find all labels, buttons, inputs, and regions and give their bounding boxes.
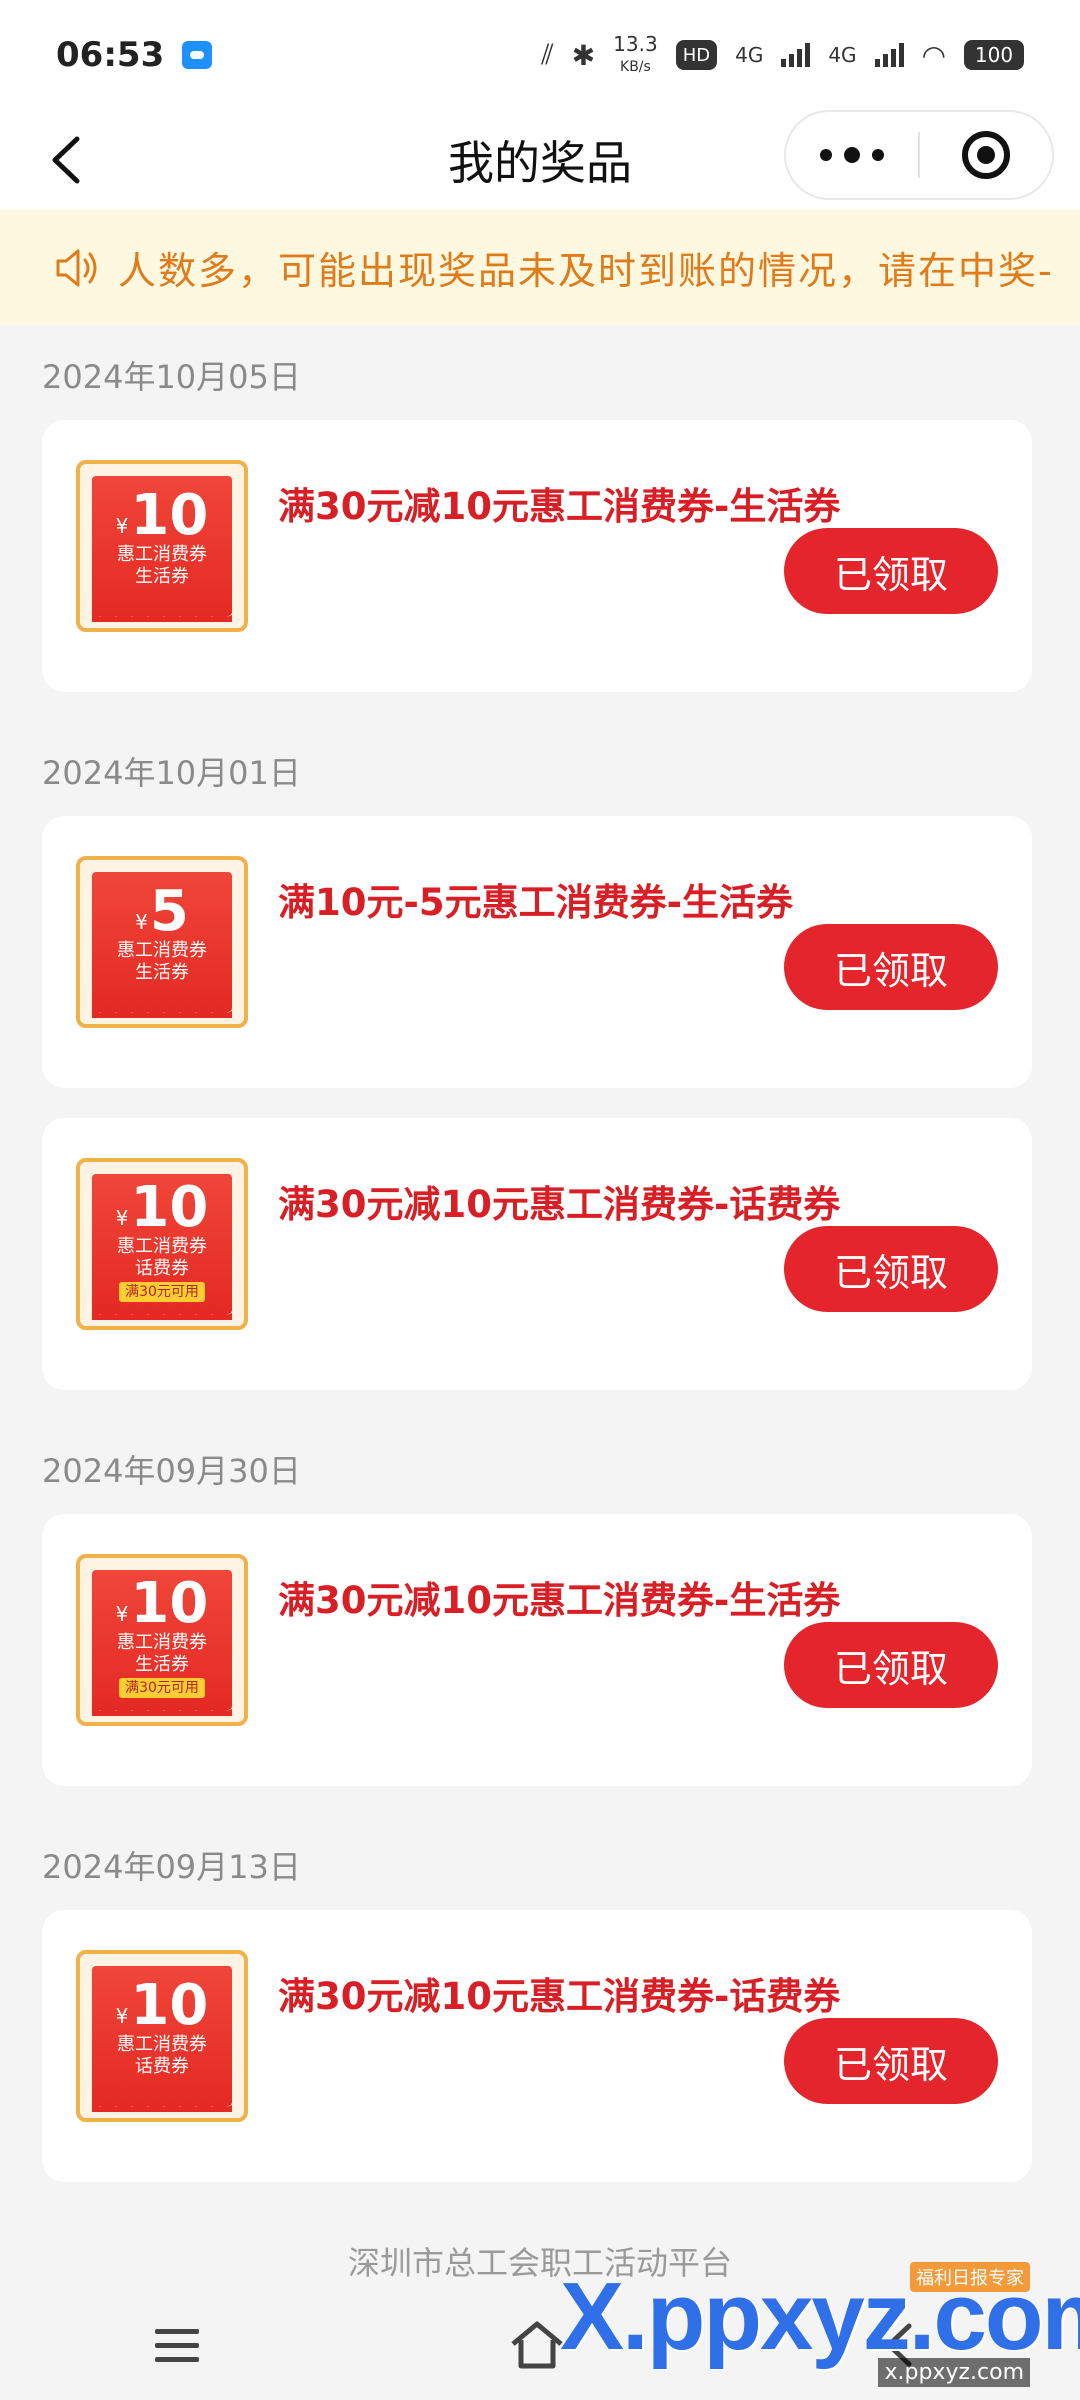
more-button[interactable]	[786, 112, 918, 198]
prize-title: 满30元减10元惠工消费券-话费券	[278, 1183, 841, 1226]
status-bar: 06:53 ⫽ ✱ 13.3 KB/s HD 4G 4G ◠ 100	[0, 0, 1080, 110]
coupon-amount: ¥ 10	[116, 1180, 209, 1236]
coupon-amount: ¥ 10	[116, 1978, 209, 2034]
signal-2-icon	[874, 43, 904, 67]
claimed-button[interactable]: 已领取	[784, 528, 998, 614]
nav-bar: 我的奖品	[0, 110, 1080, 210]
coupon-image: ¥ 5 惠工消费券 生活券	[76, 856, 248, 1028]
coupon-line1: 惠工消费券	[117, 1236, 207, 1257]
coupon-amount-value: 10	[130, 1973, 209, 2038]
coupon-amount: ¥ 10	[116, 1576, 209, 1632]
signal-1-label: 4G	[735, 43, 764, 67]
date-label: 2024年09月30日	[42, 1452, 301, 1490]
prize-card: ¥ 10 惠工消费券 话费券 满30元减10元惠工消费券-话费券 已领取	[42, 1910, 1032, 2182]
coupon-face: ¥ 5 惠工消费券 生活券	[92, 872, 232, 1018]
coupon-image: ¥ 10 惠工消费券 生活券 满30元可用	[76, 1554, 248, 1726]
coupon-image: ¥ 10 惠工消费券 话费券	[76, 1950, 248, 2122]
close-miniprogram-button[interactable]	[920, 112, 1052, 198]
claimed-button[interactable]: 已领取	[784, 1622, 998, 1708]
coupon-amount-value: 5	[149, 879, 189, 944]
coupon-amount: ¥ 10	[116, 488, 209, 544]
coupon-line2: 生活券	[135, 1654, 189, 1675]
target-circle-icon	[961, 131, 1010, 179]
menu-icon[interactable]	[155, 2328, 199, 2362]
watermark-sub: x.ppxyz.com	[878, 2358, 1030, 2387]
coupon-image: ¥ 10 惠工消费券 话费券 满30元可用	[76, 1158, 248, 1330]
yen-symbol: ¥	[115, 1206, 129, 1230]
app-notification-icon	[182, 41, 213, 69]
coupon-condition: 满30元可用	[119, 1678, 205, 1698]
yen-symbol: ¥	[135, 910, 148, 934]
home-icon[interactable]	[509, 2320, 565, 2370]
watermark-badge: 福利日报专家	[910, 2262, 1030, 2292]
date-label: 2024年10月05日	[42, 358, 301, 396]
net-speed-unit: KB/s	[620, 58, 651, 75]
hd-icon: HD	[675, 40, 718, 70]
nfc-icon: ⫽	[541, 38, 554, 71]
date-label: 2024年09月13日	[42, 1848, 301, 1886]
status-left: 06:53	[56, 35, 213, 75]
coupon-line2: 生活券	[135, 566, 189, 587]
coupon-line2: 话费券	[135, 1258, 189, 1279]
date-label: 2024年10月01日	[42, 754, 301, 792]
prize-card: ¥ 10 惠工消费券 生活券 满30元可用 满30元减10元惠工消费券-生活券 …	[42, 1514, 1032, 1786]
prize-card: ¥ 5 惠工消费券 生活券 满10元-5元惠工消费券-生活券 已领取	[42, 816, 1032, 1088]
coupon-face: ¥ 10 惠工消费券 生活券 满30元可用	[92, 1570, 232, 1716]
battery-icon: 100	[964, 40, 1024, 70]
net-speed-value: 13.3	[613, 31, 658, 56]
coupon-amount-value: 10	[130, 483, 209, 548]
prize-title: 满30元减10元惠工消费券-话费券	[278, 1975, 841, 2018]
back-arrow-icon	[52, 136, 80, 184]
yen-symbol: ¥	[115, 1602, 129, 1626]
coupon-condition: 满30元可用	[119, 1282, 205, 1302]
coupon-image: ¥ 10 惠工消费券 生活券	[76, 460, 248, 632]
claimed-button[interactable]: 已领取	[784, 2018, 998, 2104]
prize-title: 满10元-5元惠工消费券-生活券	[278, 881, 793, 924]
watermark: X.ppxyz.com 福利日报专家 x.ppxyz.com	[560, 2262, 1080, 2387]
net-speed: 13.3 KB/s	[613, 34, 658, 77]
yen-symbol: ¥	[115, 514, 129, 538]
coupon-face: ¥ 10 惠工消费券 生活券	[92, 476, 232, 622]
prize-card: ¥ 10 惠工消费券 生活券 满30元减10元惠工消费券-生活券 已领取	[42, 420, 1032, 692]
back-button[interactable]	[38, 132, 94, 188]
page-title: 我的奖品	[448, 136, 632, 190]
coupon-line1: 惠工消费券	[117, 2034, 207, 2055]
coupon-line2: 生活券	[135, 962, 189, 983]
claimed-button[interactable]: 已领取	[784, 1226, 998, 1312]
coupon-line2: 话费券	[135, 2056, 189, 2077]
coupon-line1: 惠工消费券	[117, 544, 207, 565]
miniprogram-capsule	[784, 110, 1054, 200]
claimed-button[interactable]: 已领取	[784, 924, 998, 1010]
coupon-amount: ¥ 5	[135, 884, 189, 940]
coupon-amount-value: 10	[130, 1571, 209, 1636]
status-time: 06:53	[56, 35, 165, 75]
prize-title: 满30元减10元惠工消费券-生活券	[278, 485, 841, 528]
status-right: ⫽ ✱ 13.3 KB/s HD 4G 4G ◠ 100	[541, 34, 1024, 77]
yen-symbol: ¥	[115, 2004, 129, 2028]
notice-text: 人数多，可能出现奖品未及时到账的情况，请在中奖-	[118, 249, 1054, 293]
coupon-line1: 惠工消费券	[117, 1632, 207, 1653]
bluetooth-icon: ✱	[571, 38, 596, 72]
wifi-icon: ◠	[921, 38, 946, 72]
coupon-face: ¥ 10 惠工消费券 话费券	[92, 1966, 232, 2112]
coupon-face: ¥ 10 惠工消费券 话费券 满30元可用	[92, 1174, 232, 1320]
coupon-amount-value: 10	[130, 1175, 209, 1240]
more-dots-icon	[820, 147, 884, 163]
signal-1-icon	[781, 43, 811, 67]
notice-bar: 人数多，可能出现奖品未及时到账的情况，请在中奖-	[0, 210, 1080, 325]
coupon-line1: 惠工消费券	[117, 940, 207, 961]
signal-2-label: 4G	[828, 43, 857, 67]
speaker-icon	[56, 249, 97, 286]
prize-title: 满30元减10元惠工消费券-生活券	[278, 1579, 841, 1622]
prize-card: ¥ 10 惠工消费券 话费券 满30元可用 满30元减10元惠工消费券-话费券 …	[42, 1118, 1032, 1390]
